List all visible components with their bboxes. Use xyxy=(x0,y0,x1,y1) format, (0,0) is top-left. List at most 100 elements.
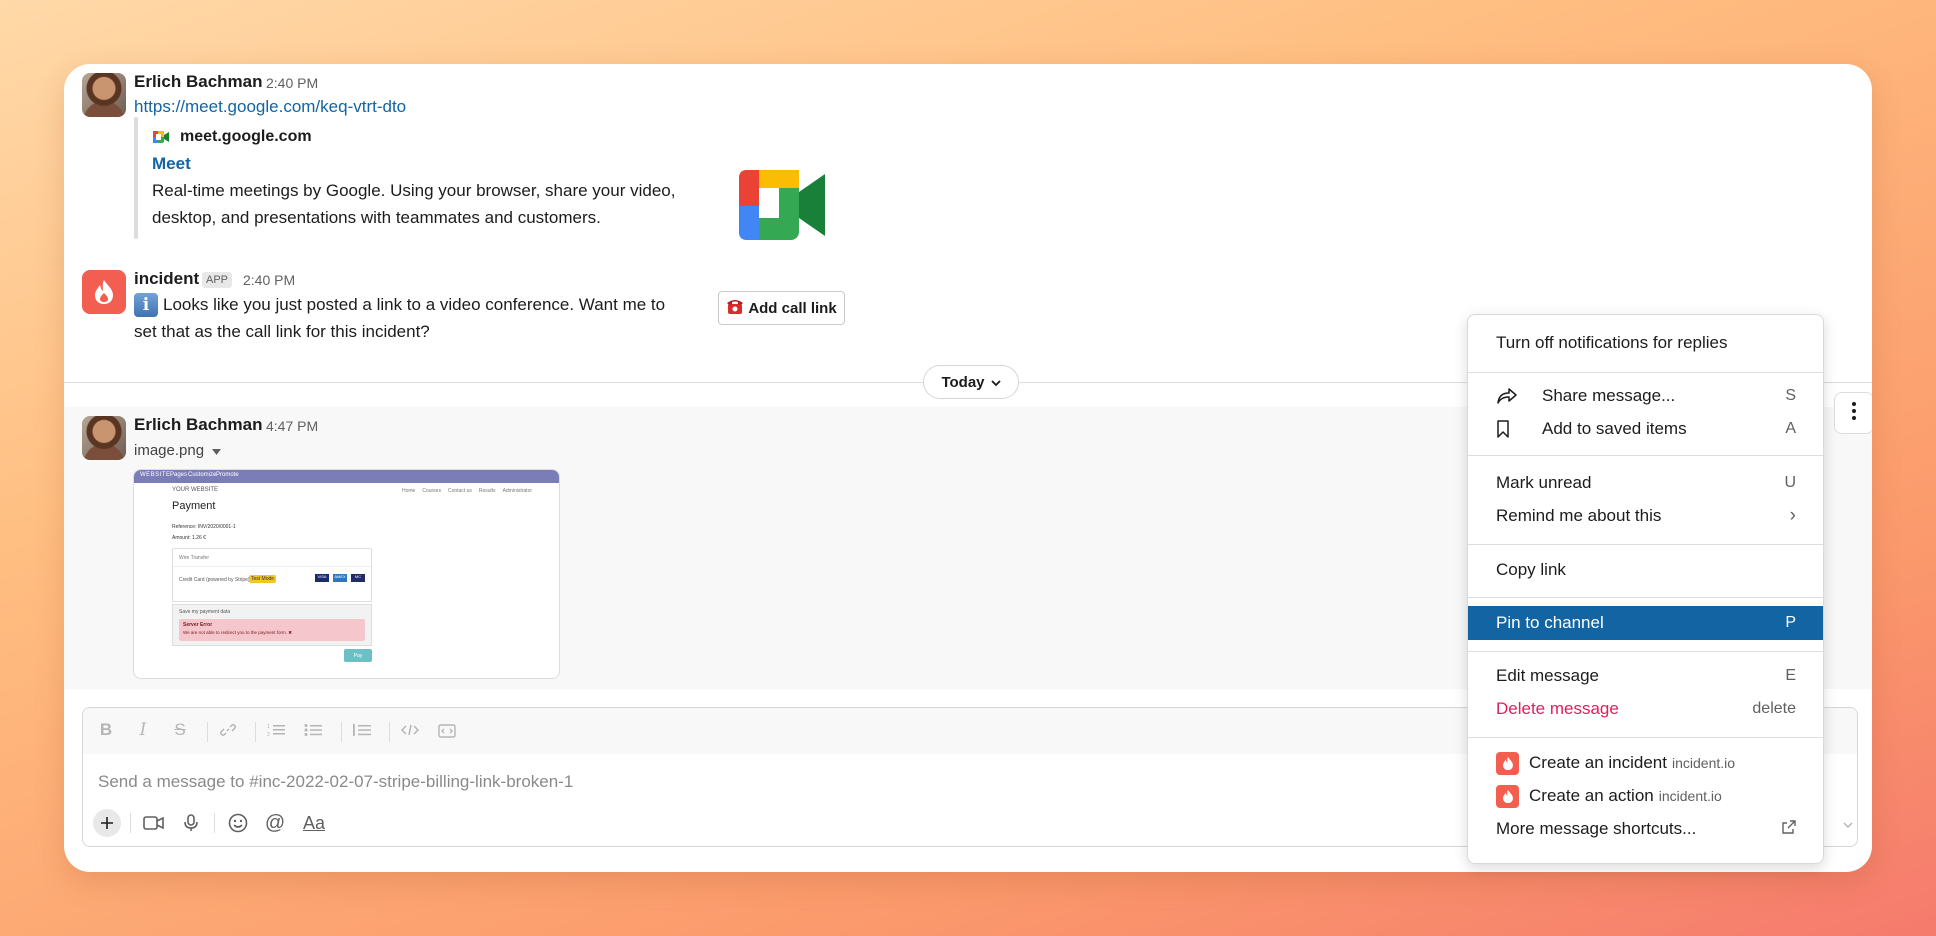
menu-item-label: Remind me about this xyxy=(1496,506,1662,525)
blockquote-icon[interactable] xyxy=(349,717,375,743)
menu-item-label: Create an incident xyxy=(1529,753,1667,772)
attachment-reference: Reference: INV/2020/0001-1 xyxy=(172,524,236,530)
menu-item-label: Turn off notifications for replies xyxy=(1496,333,1728,352)
svg-text:2: 2 xyxy=(267,732,270,737)
incident-message-line-2: set that as the call link for this incid… xyxy=(134,322,430,341)
menu-item-copy-link[interactable]: Copy link xyxy=(1468,553,1823,587)
menu-item-more-shortcuts[interactable]: More message shortcuts... xyxy=(1468,812,1823,846)
google-meet-logo xyxy=(739,168,827,247)
menu-item-share-message[interactable]: Share message... S xyxy=(1468,379,1823,413)
menu-item-turn-off-notifications[interactable]: Turn off notifications for replies xyxy=(1468,326,1823,360)
menu-item-create-action[interactable]: Create an action incident.io xyxy=(1468,779,1823,813)
attachment-topbar: WEBSITE Pages Customize Promote xyxy=(134,470,559,483)
bulleted-list-icon[interactable] xyxy=(300,717,326,743)
meet-link[interactable]: https://meet.google.com/keq-vtrt-dto xyxy=(134,97,406,117)
menu-item-pin-to-channel[interactable]: Pin to channel P xyxy=(1468,606,1823,640)
italic-icon[interactable]: I xyxy=(130,717,156,743)
strikethrough-icon[interactable]: S xyxy=(167,717,193,743)
code-icon[interactable] xyxy=(397,717,423,743)
message-time[interactable]: 4:47 PM xyxy=(266,418,318,434)
menu-item-app-name: incident.io xyxy=(1671,755,1736,771)
menu-item-app-name: incident.io xyxy=(1658,788,1722,804)
message-input[interactable]: Send a message to #inc-2022-02-07-stripe… xyxy=(98,772,573,792)
attachment-error-alert: Server Error We are not able to redirect… xyxy=(179,619,365,641)
file-name-toggle[interactable]: image.png xyxy=(134,442,222,459)
menu-item-label: Delete message xyxy=(1496,699,1619,718)
chevron-down-icon[interactable] xyxy=(1843,816,1853,834)
incident-flame-icon xyxy=(1496,751,1519,775)
incident-message-line-1: Looks like you just posted a link to a v… xyxy=(163,295,666,314)
attachment-option-wire: Wire Transfer xyxy=(179,555,210,561)
add-call-link-label: Add call link xyxy=(748,299,837,317)
message-time[interactable]: 2:40 PM xyxy=(243,272,295,288)
svg-text:1: 1 xyxy=(267,724,270,730)
message-author[interactable]: Erlich Bachman xyxy=(134,72,263,92)
avatar-incident-bot[interactable] xyxy=(82,270,126,314)
image-attachment[interactable]: WEBSITE Pages Customize Promote YOUR WEB… xyxy=(133,469,560,679)
attachment-error-block: Save my payment data Server Error We are… xyxy=(172,604,372,646)
site-nav-item: Courses xyxy=(422,488,441,494)
video-icon[interactable] xyxy=(140,809,168,837)
file-name: image.png xyxy=(134,442,205,459)
microphone-icon[interactable] xyxy=(177,809,205,837)
message-time[interactable]: 2:40 PM xyxy=(266,75,318,91)
incident-flame-icon xyxy=(1496,784,1519,808)
unfurl-title[interactable]: Meet xyxy=(152,154,191,174)
avatar-erlich[interactable] xyxy=(82,73,126,117)
menu-item-shortcut: S xyxy=(1785,387,1796,404)
menu-item-label: Share message... xyxy=(1542,386,1676,405)
attachment-nav-item: Pages xyxy=(170,472,188,478)
link-icon[interactable] xyxy=(215,717,241,743)
unfurl-bar xyxy=(134,117,138,239)
site-nav-item: Contact us xyxy=(447,488,472,494)
menu-item-shortcut: U xyxy=(1784,474,1796,491)
attachment-pay-button: Pay xyxy=(344,649,372,662)
attachment-site-nav: Home Courses Contact us Results Administ… xyxy=(402,488,532,494)
menu-item-label: More message shortcuts... xyxy=(1496,819,1697,838)
attachment-nav-item: Customize xyxy=(188,472,217,478)
message-context-menu: Turn off notifications for replies Share… xyxy=(1467,314,1824,864)
attachment-nav-item: WEBSITE xyxy=(140,472,171,478)
menu-item-edit-message[interactable]: Edit message E xyxy=(1468,659,1823,693)
menu-item-shortcut: E xyxy=(1785,667,1796,684)
site-nav-item: Home xyxy=(402,488,416,494)
more-actions-button[interactable] xyxy=(1834,392,1872,434)
telephone-icon xyxy=(726,297,744,319)
unfurl-site: meet.google.com xyxy=(180,128,312,145)
menu-item-mark-unread[interactable]: Mark unread U xyxy=(1468,466,1823,500)
menu-item-delete-message[interactable]: Delete message delete xyxy=(1468,692,1823,726)
menu-item-add-to-saved[interactable]: Add to saved items A xyxy=(1468,412,1823,446)
message-author[interactable]: incident xyxy=(134,269,199,289)
code-block-icon[interactable] xyxy=(434,717,460,743)
attachment-save-label: Save my payment data xyxy=(179,609,231,615)
more-vertical-icon xyxy=(1852,401,1856,425)
chevron-right-icon: › xyxy=(1789,505,1796,526)
menu-item-create-incident[interactable]: Create an incident incident.io xyxy=(1468,746,1823,780)
site-nav-item: Administrator xyxy=(502,488,533,494)
caret-down-icon xyxy=(212,442,222,459)
attachment-payment-options: Wire Transfer Credit Card (powered by St… xyxy=(172,548,372,602)
menu-item-label: Copy link xyxy=(1496,560,1566,579)
menu-item-remind-me[interactable]: Remind me about this › xyxy=(1468,499,1823,533)
card-brand: VISA xyxy=(315,574,329,582)
unfurl-description-line-1: Real-time meetings by Google. Using your… xyxy=(152,181,676,200)
menu-item-shortcut: P xyxy=(1785,614,1796,631)
site-nav-item: Results xyxy=(478,488,496,494)
add-attachment-icon[interactable] xyxy=(93,809,121,837)
message-author[interactable]: Erlich Bachman xyxy=(134,415,263,435)
mention-icon[interactable]: @ xyxy=(261,809,289,837)
add-call-link-button[interactable]: Add call link xyxy=(718,291,845,325)
bookmark-icon xyxy=(1496,420,1542,438)
card-brand: AMEX xyxy=(333,574,347,582)
ordered-list-icon[interactable]: 12 xyxy=(263,717,289,743)
avatar-erlich[interactable] xyxy=(82,416,126,460)
attachment-amount: Amount: 1.26 € xyxy=(172,535,206,541)
card-brand: MC xyxy=(351,574,365,582)
text-format-icon[interactable]: Aa xyxy=(297,809,331,837)
date-divider-button[interactable]: Today xyxy=(923,365,1019,399)
attachment-brand: YOUR WEBSITE xyxy=(172,487,219,493)
external-link-icon xyxy=(1782,819,1796,839)
bold-icon[interactable]: B xyxy=(93,717,119,743)
emoji-icon[interactable] xyxy=(224,809,252,837)
attachment-error-text: We are not able to redirect you to the p… xyxy=(183,630,292,635)
